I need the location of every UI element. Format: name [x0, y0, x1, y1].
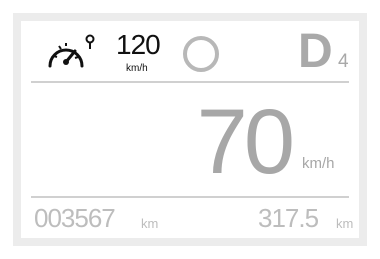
top-divider — [31, 81, 349, 83]
odometer-value: 003567 — [34, 203, 116, 233]
ring-indicator-icon — [183, 36, 219, 72]
current-speed: 70 — [196, 91, 295, 193]
current-speed-unit: km/h — [302, 155, 335, 172]
trip-unit: km — [336, 216, 354, 231]
gear-mode: D — [298, 25, 333, 78]
trip-value: 317.5 — [258, 203, 319, 233]
speed-limiter-value: 120 — [116, 29, 161, 60]
speed-limiter-unit: km/h — [126, 63, 148, 74]
gear-number: 4 — [338, 51, 349, 72]
odometer-unit: km — [141, 216, 159, 231]
speedometer-limiter-icon — [48, 34, 95, 68]
bottom-divider — [31, 196, 349, 198]
